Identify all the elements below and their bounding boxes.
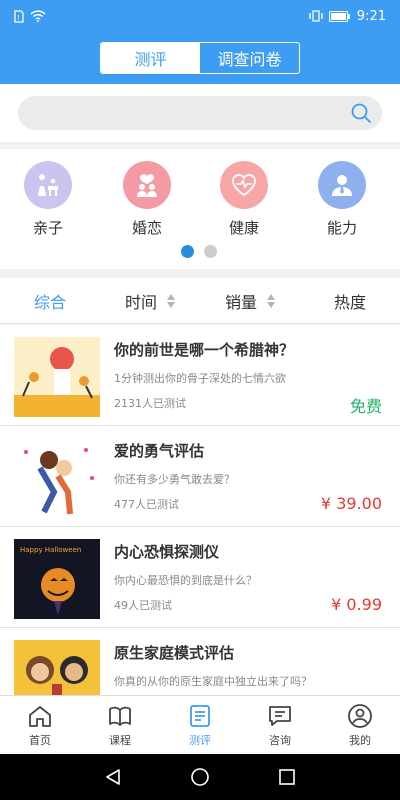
bottom-nav: 首页 课程 测评 咨询 我的	[0, 695, 400, 754]
category-ability[interactable]: 能力	[307, 161, 377, 238]
search-section	[0, 84, 400, 142]
search-icon[interactable]	[350, 102, 372, 124]
item-description: 你真的从你的原生家庭中独立出来了吗？	[114, 675, 312, 688]
item-test-count: 49人已测试	[114, 599, 172, 612]
halloween-illustration: Happy Halloween	[14, 539, 100, 619]
category-carousel: 亲子 婚恋 健康 能力	[0, 149, 400, 269]
couple-icon	[123, 161, 171, 209]
sort-comprehensive[interactable]: 综合	[0, 278, 100, 323]
sort-label: 综合	[33, 292, 66, 312]
thumb-caption: Happy Halloween	[20, 546, 81, 554]
category-romance[interactable]: 婚恋	[112, 161, 182, 238]
assessment-icon	[190, 704, 210, 727]
item-title: 内心恐惧探测仪	[114, 543, 220, 561]
list-item[interactable]: 你的前世是哪一个希腊神？ 1分钟测出你的骨子深处的七情六欲 2131人已测试 免…	[0, 325, 400, 426]
sort-time[interactable]: 时间	[100, 278, 200, 323]
sort-label: 时间	[124, 292, 157, 312]
vibrate-icon	[309, 10, 323, 22]
item-price: ¥ 39.00	[320, 494, 382, 513]
home-icon	[29, 705, 51, 727]
book-icon	[109, 706, 131, 726]
category-label: 能力	[326, 219, 357, 237]
item-title: 爱的勇气评估	[114, 442, 205, 460]
sort-arrows-icon	[267, 293, 275, 308]
sort-label: 销量	[224, 292, 257, 312]
nav-course[interactable]: 课程	[80, 696, 160, 754]
sim-icon: !	[14, 9, 24, 23]
battery-icon	[328, 10, 350, 22]
nav-label: 我的	[349, 733, 371, 747]
wifi-icon	[30, 10, 46, 22]
item-test-count: 477人已测试	[114, 498, 179, 511]
header-segmented-control: 测评 调查问卷	[100, 42, 300, 74]
chat-icon	[269, 705, 291, 726]
app-header: ! 9:21 测评 调查问卷	[0, 0, 400, 84]
list-item[interactable]: Happy Halloween 内心恐惧探测仪 你内心最恐惧的到底是什么？ 49…	[0, 527, 400, 628]
greek-god-illustration	[14, 337, 100, 417]
item-description: 1分钟测出你的骨子深处的七情六欲	[114, 372, 286, 385]
category-parenting[interactable]: 亲子	[13, 161, 83, 238]
sort-sales[interactable]: 销量	[200, 278, 300, 323]
svg-text:!: !	[17, 14, 20, 22]
item-title: 原生家庭模式评估	[114, 644, 235, 662]
tab-assessment[interactable]: 测评	[101, 43, 200, 73]
parenting-icon	[24, 161, 72, 209]
category-label: 婚恋	[131, 219, 162, 237]
system-nav-bar	[0, 754, 400, 800]
sort-popularity[interactable]: 热度	[300, 278, 400, 323]
item-title: 你的前世是哪一个希腊神？	[114, 341, 295, 359]
item-description: 你还有多少勇气敢去爱？	[114, 473, 235, 486]
home-circle-icon[interactable]	[190, 767, 210, 787]
sort-label: 热度	[333, 292, 366, 312]
nav-label: 课程	[109, 733, 131, 747]
nav-label: 咨询	[269, 733, 291, 747]
item-price: ¥ 0.99	[331, 595, 382, 614]
carousel-dot[interactable]	[204, 245, 217, 258]
couple-illustration	[14, 438, 100, 518]
nav-assessment[interactable]: 测评	[160, 696, 240, 754]
item-test-count: 2131人已测试	[114, 397, 186, 410]
list-item[interactable]: 爱的勇气评估 你还有多少勇气敢去爱？ 477人已测试 ¥ 39.00	[0, 426, 400, 527]
status-bar: ! 9:21	[0, 0, 400, 32]
tab-questionnaire[interactable]: 调查问卷	[200, 43, 299, 73]
health-icon	[220, 161, 268, 209]
user-icon	[348, 703, 372, 728]
person-icon	[318, 161, 366, 209]
assessment-list: 你的前世是哪一个希腊神？ 1分钟测出你的骨子深处的七情六欲 2131人已测试 免…	[0, 325, 400, 695]
back-icon[interactable]	[104, 768, 122, 786]
carousel-indicator	[181, 245, 217, 258]
nav-label: 测评	[189, 733, 211, 747]
sort-arrows-icon	[167, 293, 175, 308]
status-time: 9:21	[356, 8, 386, 24]
sort-bar: 综合 时间 销量 热度	[0, 278, 400, 324]
nav-consult[interactable]: 咨询	[240, 696, 320, 754]
item-description: 你内心最恐惧的到底是什么？	[114, 574, 257, 587]
list-item[interactable]: 原生家庭模式评估 你真的从你的原生家庭中独立出来了吗？	[0, 628, 400, 695]
nav-label: 首页	[29, 733, 51, 747]
category-health[interactable]: 健康	[209, 161, 279, 238]
nav-profile[interactable]: 我的	[320, 696, 400, 754]
recents-icon[interactable]	[278, 768, 296, 786]
search-input[interactable]	[18, 96, 338, 130]
category-label: 健康	[228, 219, 259, 237]
category-label: 亲子	[32, 219, 63, 237]
search-bar	[18, 96, 382, 130]
family-illustration	[14, 640, 100, 695]
item-price: 免费	[349, 397, 382, 416]
nav-home[interactable]: 首页	[0, 696, 80, 754]
carousel-dot-active[interactable]	[181, 245, 194, 258]
